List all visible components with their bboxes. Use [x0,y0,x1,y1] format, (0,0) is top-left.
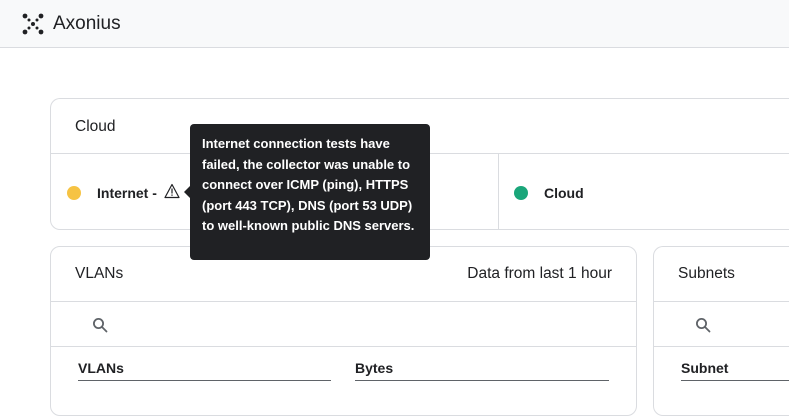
vlans-time-range: Data from last 1 hour [467,265,612,282]
cloud-panel-title: Cloud [75,118,116,135]
subnets-panel-title: Subnets [678,265,735,282]
vlans-panel: VLANs Data from last 1 hour VLANs Bytes [50,246,637,416]
brand-name: Axonius [53,13,121,34]
divider [51,301,636,302]
internet-status-label: Internet - [97,185,157,201]
subnets-panel: Subnets Subnet [653,246,789,416]
divider [51,346,636,347]
top-bar: Axonius [0,0,789,48]
column-header-subnet[interactable]: Subnet [681,360,728,376]
vlans-panel-title: VLANs [75,265,124,282]
column-header-bytes[interactable]: Bytes [355,360,393,376]
internet-status-dot [67,186,81,200]
divider [498,154,499,230]
search-icon[interactable] [695,317,711,333]
search-icon[interactable] [92,317,108,333]
column-header-vlans[interactable]: VLANs [78,360,124,376]
warning-icon[interactable] [164,183,180,199]
internet-status-tooltip: Internet connection tests have failed, t… [190,124,430,260]
column-underline [78,380,331,381]
divider [654,301,789,302]
column-underline [355,380,609,381]
axonius-logo-icon[interactable] [22,13,44,35]
cloud-status-label: Cloud [544,185,584,201]
column-underline [681,380,789,381]
cloud-status-dot [514,186,528,200]
divider [654,346,789,347]
